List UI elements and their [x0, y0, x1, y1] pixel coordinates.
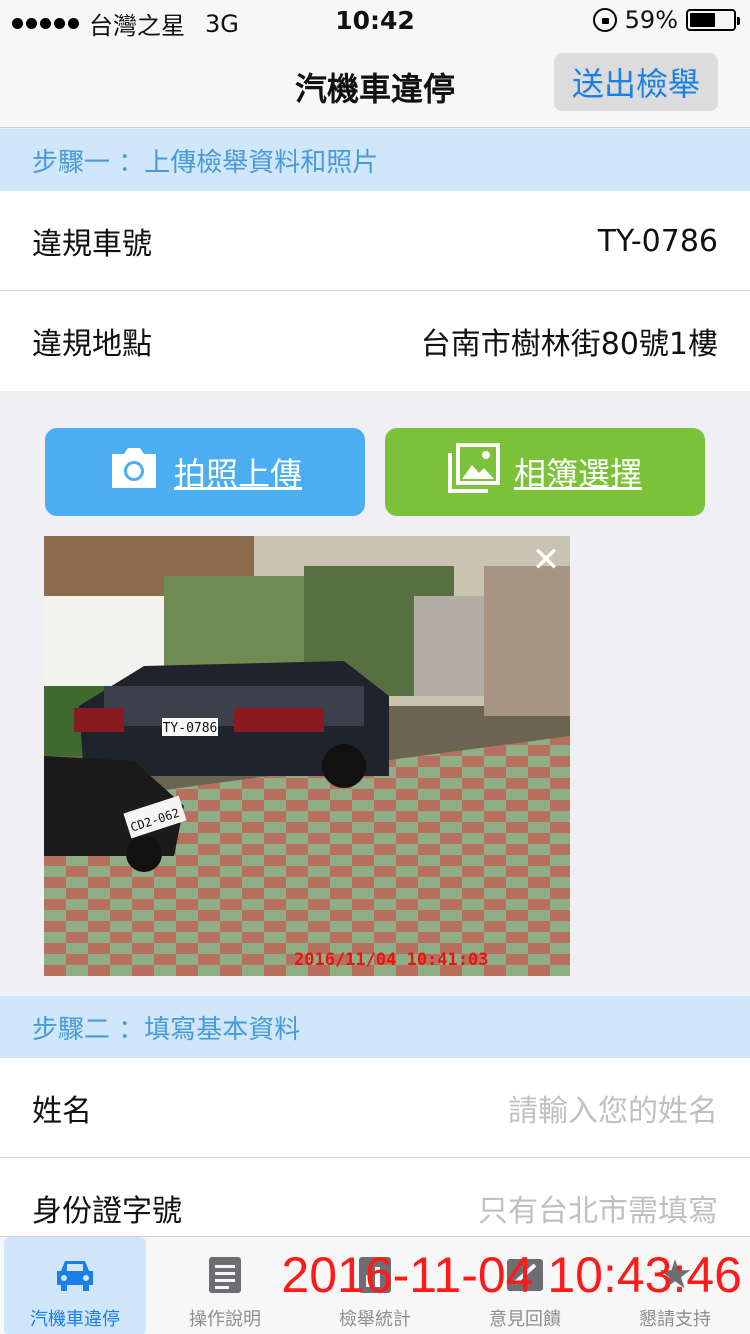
nav-bar: 汽機車違停 送出檢舉 [0, 40, 750, 128]
tab-label: 意見回饋 [489, 1309, 561, 1330]
car-icon [53, 1253, 97, 1297]
battery-percent: 59% [624, 6, 678, 34]
location-row[interactable]: 違規地點 台南市樹林街80號1樓 [0, 291, 750, 391]
rotation-lock-icon [592, 8, 617, 32]
name-label: 姓名 [32, 1094, 92, 1129]
tab-instructions[interactable]: 操作說明 [150, 1237, 300, 1334]
remove-photo-icon[interactable]: ✕ [530, 543, 562, 577]
status-bar: 台灣之星 3G 10:42 59% [0, 0, 750, 40]
violation-photo[interactable]: TY-0786 CD2-062 [44, 536, 570, 976]
tab-label: 懇請支持 [639, 1309, 711, 1330]
tab-label: 汽機車違停 [30, 1309, 120, 1330]
capture-timestamp-overlay: 2016-11-04 10:43:46 [281, 1247, 742, 1303]
id-input[interactable]: 只有台北市需填寫 [478, 1186, 718, 1230]
album-select-label: 相簿選擇 [513, 455, 642, 493]
location-value[interactable]: 台南市樹林街80號1樓 [421, 319, 718, 363]
status-right: 59% [592, 6, 740, 34]
camera-icon [108, 446, 160, 498]
battery-icon [686, 9, 740, 31]
take-photo-button[interactable]: 拍照上傳 [45, 428, 365, 516]
document-icon [203, 1253, 247, 1297]
step1-header: 步驟一 ：上傳檢舉資料和照片 [0, 129, 750, 191]
photo-timestamp: 2016/11/04 10:41:03 [294, 950, 489, 970]
step2-header: 步驟二 ：填寫基本資料 [0, 996, 750, 1058]
name-row[interactable]: 姓名 請輸入您的姓名 [0, 1058, 750, 1158]
plate-label: 違規車號 [32, 227, 152, 262]
tab-label: 檢舉統計 [339, 1309, 411, 1330]
name-input[interactable]: 請輸入您的姓名 [508, 1086, 718, 1130]
take-photo-label: 拍照上傳 [173, 455, 302, 493]
id-label: 身份證字號 [32, 1194, 182, 1229]
location-label: 違規地點 [32, 327, 152, 362]
plate-value[interactable]: TY-0786 [598, 224, 718, 259]
plate-row[interactable]: 違規車號 TY-0786 [0, 191, 750, 291]
album-select-button[interactable]: 相簿選擇 [385, 428, 705, 516]
gallery-icon [447, 443, 500, 501]
tab-label: 操作說明 [189, 1309, 261, 1330]
car-plate-text: TY-0786 [163, 721, 218, 736]
submit-report-button[interactable]: 送出檢舉 [554, 53, 718, 111]
tab-parking-violation[interactable]: 汽機車違停 [4, 1237, 146, 1334]
